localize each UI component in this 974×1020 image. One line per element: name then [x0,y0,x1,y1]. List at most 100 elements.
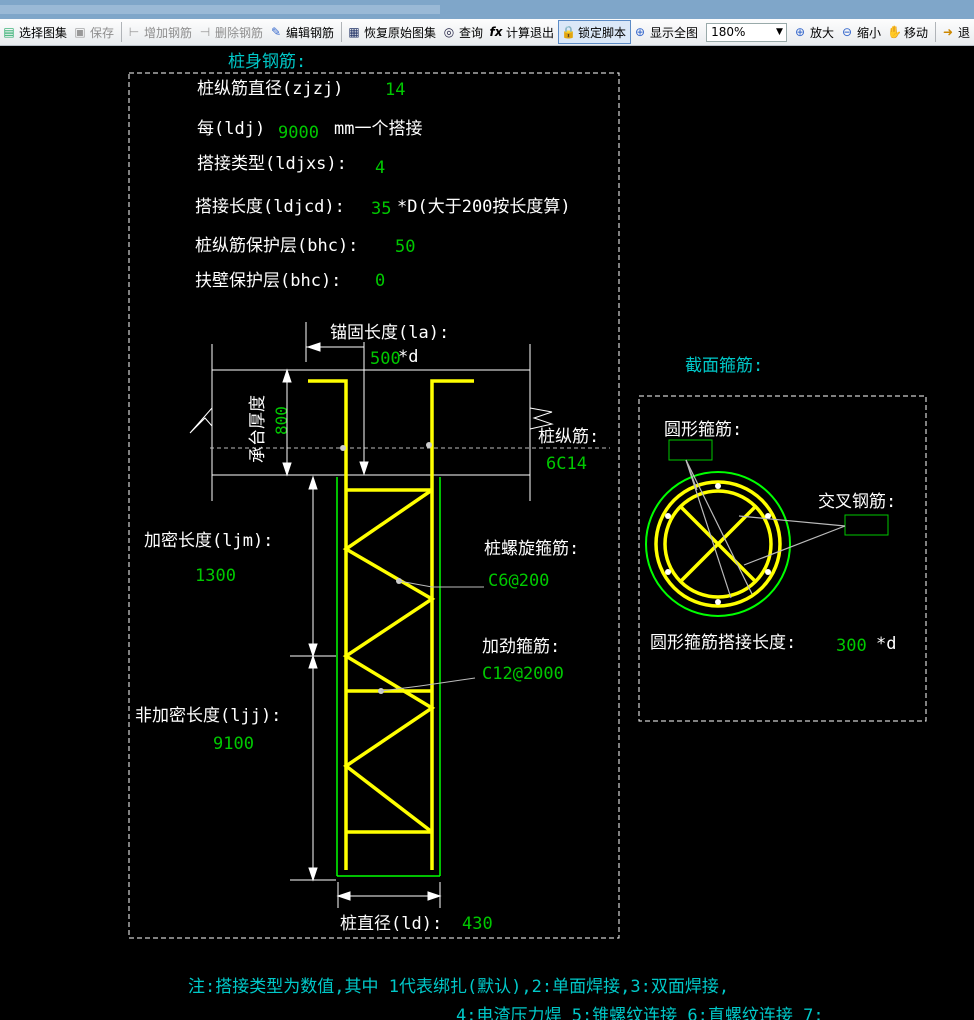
move-button[interactable]: ✋ 移动 [885,21,932,43]
window-title-path [0,5,440,14]
zoom-out-label: 缩小 [856,25,881,40]
calc-exit-button[interactable]: fx 计算退出 [487,21,558,43]
zoom-in-icon: ⊕ [794,25,805,39]
save-label: 保存 [90,25,115,40]
bbhc-value[interactable]: 0 [375,271,385,291]
select-atlas-button[interactable]: ▤ 选择图集 [0,21,71,43]
bbhc-label: 扶壁保护层(bhc): [195,271,341,291]
bhc-value[interactable]: 50 [395,237,415,257]
main-bar-value[interactable]: 6C14 [546,454,587,474]
lock-script-button[interactable]: 🔒 锁定脚本 [558,20,632,44]
stiff-value[interactable]: C12@2000 [482,664,564,684]
ld-label: 桩直径(ld): [340,914,442,934]
zoom-in-label: 放大 [809,25,834,40]
la-value[interactable]: 500 [370,349,401,369]
zoom-out-button[interactable]: ⊖ 缩小 [838,21,885,43]
restore-atlas-button[interactable]: ▦ 恢复原始图集 [345,21,440,43]
lock-script-label: 锁定脚本 [578,25,627,40]
fit-view-icon: ⊕ [635,25,646,39]
ldjcd-value[interactable]: 35 [371,199,391,219]
calc-exit-label: 计算退出 [506,25,555,40]
zoom-select[interactable]: 180% ▼ [706,22,787,42]
window-title-bar [0,0,974,19]
note-line-2: 4:电渣压力焊 5:锥螺纹连接 6:直螺纹连接 7: [456,1006,824,1020]
zoom-value: 180% [711,25,746,39]
add-rebar-label: 增加钢筋 [143,25,192,40]
save-icon: ▣ [74,25,86,39]
ldj-prefix: 每(ldj) [197,119,265,139]
exit-label: 退 [957,25,970,40]
cross-label: 交叉钢筋: [818,492,896,512]
cap-label: 承台厚度 [248,395,268,463]
query-button[interactable]: ◎ 查询 [440,21,487,43]
circle-lap-value[interactable]: 300 [836,636,867,656]
ldjxs-label: 搭接类型(ldjxs): [197,154,347,174]
query-label: 查询 [459,25,484,40]
delete-rebar-label: 删除钢筋 [215,25,264,40]
exit-icon: ➜ [942,25,953,39]
spiral-stirrup [342,488,436,834]
zjzj-label: 桩纵筋直径(zjzj) [197,79,343,99]
spiral-value[interactable]: C6@200 [488,571,549,591]
main-bar-label: 桩纵筋: [538,427,599,447]
ldj-value[interactable]: 9000 [278,123,319,143]
ljj-label: 非加密长度(ljj): [135,706,281,726]
toolbar-separator [121,22,122,42]
fit-view-label: 显示全图 [650,25,699,40]
ljm-value[interactable]: 1300 [195,566,236,586]
ldjcd-suffix: *D(大于200按长度算) [397,197,571,217]
circle-label: 圆形箍筋: [664,420,742,440]
add-rebar-icon: ⊢ [128,25,140,39]
la-suffix: *d [398,347,418,367]
exit-button[interactable]: ➜ 退 [939,21,974,43]
ldjxs-value[interactable]: 4 [375,158,385,178]
ldj-suffix: mm一个搭接 [334,119,422,139]
select-atlas-icon: ▤ [3,25,15,39]
toolbar: ▤ 选择图集 ▣ 保存 ⊢ 增加钢筋 ⊣ 删除钢筋 ✎ 编辑钢筋 ▦ 恢复原始图集 ◎ 查询 … [0,19,974,46]
chevron-down-icon: ▼ [776,27,783,37]
cross-section [645,439,889,617]
zjzj-value[interactable]: 14 [385,80,405,100]
pile-title: 桩身钢筋: [228,52,306,72]
edit-rebar-button[interactable]: ✎ 编辑钢筋 [267,21,338,43]
delete-rebar-icon: ⊣ [199,25,211,39]
delete-rebar-button[interactable]: ⊣ 删除钢筋 [196,21,267,43]
drawing-canvas[interactable]: 桩身钢筋: 桩纵筋直径(zjzj) 14 每(ldj) 9000 mm一个搭接 … [0,46,974,1020]
fit-view-button[interactable]: ⊕ 显示全图 [631,21,702,43]
left-main-bar [308,379,348,870]
circle-lap-label: 圆形箍筋搭接长度: [650,633,796,653]
ld-value[interactable]: 430 [462,914,493,934]
restore-atlas-icon: ▦ [348,25,360,39]
restore-atlas-label: 恢复原始图集 [363,25,436,40]
section-frame [638,395,927,722]
select-atlas-label: 选择图集 [19,25,68,40]
la-label: 锚固长度(la): [330,323,449,343]
spiral-label: 桩螺旋箍筋: [484,539,579,559]
fx-icon: fx [489,25,503,39]
right-main-bar [430,379,474,870]
section-title: 截面箍筋: [685,356,763,376]
cap-value[interactable]: 800 [272,406,291,435]
zoom-out-icon: ⊖ [841,25,853,39]
bhc-label: 桩纵筋保护层(bhc): [195,236,358,256]
add-rebar-button[interactable]: ⊢ 增加钢筋 [125,21,196,43]
toolbar-separator [935,22,936,42]
circle-lap-suffix: *d [876,634,896,654]
cap-thickness-annotation: 承台厚度 800 [248,395,291,463]
stiff-label: 加劲箍筋: [482,637,560,657]
save-button[interactable]: ▣ 保存 [71,21,118,43]
pile-rebar [308,379,474,870]
toolbar-separator [341,22,342,42]
edit-rebar-icon: ✎ [270,25,282,39]
pile-outline [336,477,441,877]
move-hand-icon: ✋ [887,25,902,39]
binoculars-icon: ◎ [443,25,455,39]
ljj-value[interactable]: 9100 [213,734,254,754]
ljm-label: 加密长度(ljm): [144,531,273,551]
move-label: 移动 [904,25,929,40]
edit-rebar-label: 编辑钢筋 [286,25,335,40]
zoom-in-button[interactable]: ⊕ 放大 [791,21,838,43]
note-line-1: 注:搭接类型为数值,其中 1代表绑扎(默认),2:单面焊接,3:双面焊接, [188,977,729,997]
ldjcd-label: 搭接长度(ldjcd): [195,197,345,217]
lock-icon: 🔒 [561,25,576,39]
